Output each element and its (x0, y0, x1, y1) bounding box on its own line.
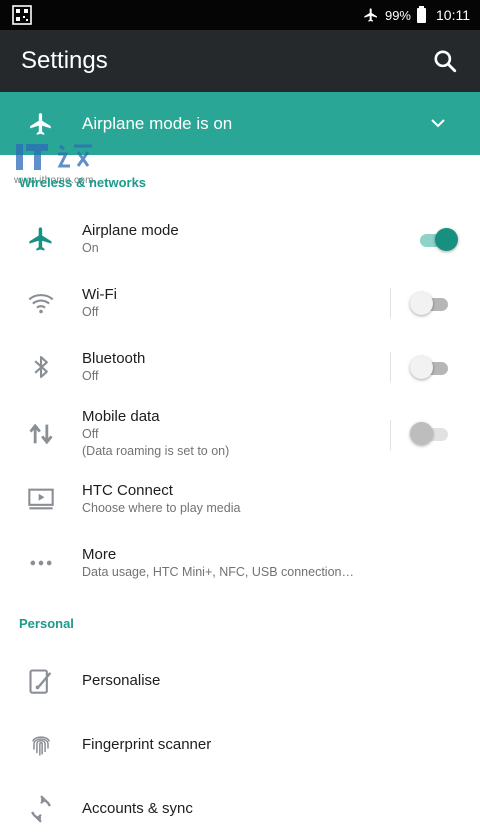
sync-icon (31, 795, 51, 823)
status-bar: 99% 10:11 (0, 0, 480, 30)
personalise-row[interactable]: Personalise (0, 652, 480, 712)
section-header-personal: Personal (19, 616, 74, 631)
mobile-data-roaming-note: (Data roaming is set to on) (82, 444, 230, 458)
htc-connect-description: Choose where to play media (82, 501, 241, 515)
bluetooth-status: Off (82, 369, 99, 383)
search-icon[interactable] (432, 48, 458, 74)
watermark-logo-mark (16, 144, 92, 170)
bluetooth-row[interactable]: Bluetooth Off (0, 338, 480, 398)
mobile-data-toggle[interactable] (410, 422, 450, 445)
qr-notification-icon (12, 5, 32, 25)
wifi-row[interactable]: Wi-Fi Off (0, 274, 480, 334)
bluetooth-label: Bluetooth (82, 350, 146, 367)
more-description: Data usage, HTC Mini+, NFC, USB connecti… (82, 565, 354, 579)
battery-icon (417, 5, 426, 23)
fingerprint-icon (32, 736, 50, 756)
bluetooth-icon (34, 356, 48, 378)
divider (390, 420, 391, 450)
fingerprint-row[interactable]: Fingerprint scanner (0, 716, 480, 776)
accounts-sync-label: Accounts & sync (82, 800, 193, 817)
personalise-icon (29, 669, 52, 694)
accounts-sync-row[interactable]: Accounts & sync (0, 780, 480, 839)
airplane-mode-label: Airplane mode (82, 222, 179, 239)
airplane-icon (30, 113, 51, 135)
htc-connect-row[interactable]: HTC Connect Choose where to play media (0, 470, 480, 530)
cast-icon (28, 488, 54, 510)
mobile-data-row[interactable]: Mobile data Off (Data roaming is set to … (0, 402, 480, 470)
mobile-data-label: Mobile data (82, 408, 160, 425)
clock: 10:11 (436, 7, 470, 23)
personalise-label: Personalise (82, 672, 161, 689)
mobile-data-icon (29, 423, 53, 445)
chevron-down-icon[interactable] (430, 116, 446, 130)
fingerprint-label: Fingerprint scanner (82, 736, 212, 753)
divider (390, 288, 391, 318)
more-icon (30, 560, 52, 566)
more-row[interactable]: More Data usage, HTC Mini+, NFC, USB con… (0, 534, 480, 594)
wifi-icon (28, 294, 54, 314)
airplane-mode-row[interactable]: Airplane mode On (0, 210, 480, 270)
divider (390, 352, 391, 382)
wifi-toggle[interactable] (410, 292, 450, 315)
wifi-status: Off (82, 305, 99, 319)
section-header-wireless: Wireless & networks (19, 175, 147, 190)
page-title: Settings (21, 47, 108, 74)
airplane-banner-text: Airplane mode is on (82, 114, 233, 133)
airplane-mode-toggle[interactable] (418, 228, 458, 251)
more-label: More (82, 546, 117, 563)
wifi-label: Wi-Fi (82, 286, 117, 303)
airplane-mode-status: On (82, 241, 99, 255)
battery-percent: 99% (384, 7, 411, 23)
bluetooth-toggle[interactable] (410, 356, 450, 379)
app-bar: Settings (0, 30, 480, 92)
mobile-data-status: Off (82, 427, 99, 441)
airplane-status-icon (364, 8, 377, 22)
htc-connect-label: HTC Connect (82, 482, 173, 499)
airplane-icon (29, 227, 52, 251)
